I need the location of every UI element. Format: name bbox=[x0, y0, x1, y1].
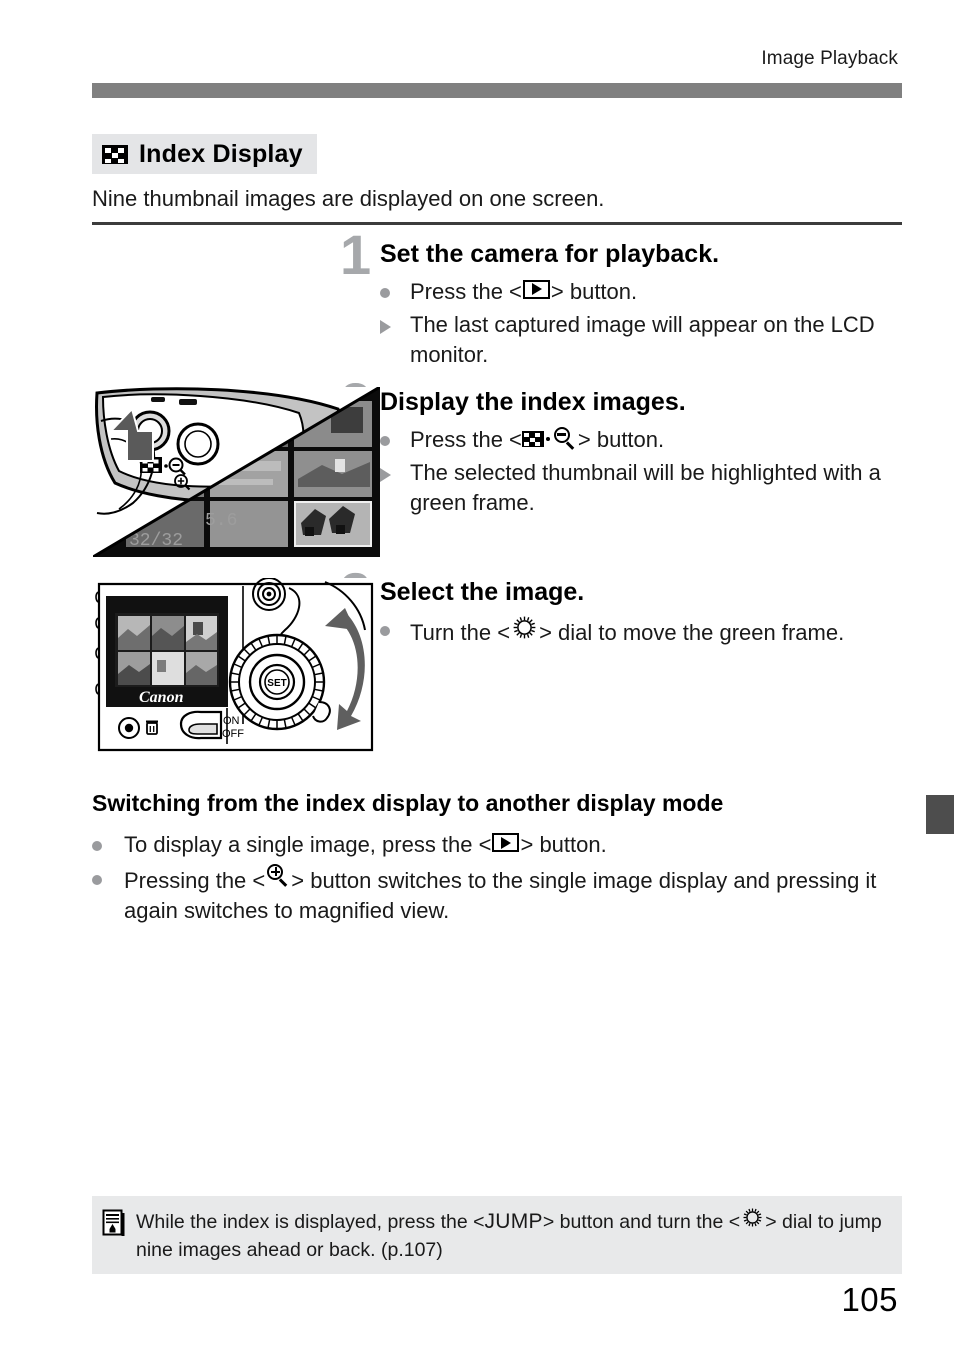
running-head: Image Playback bbox=[761, 48, 898, 69]
svg-text:SET: SET bbox=[267, 678, 286, 689]
bullet-dot-marker bbox=[92, 830, 124, 851]
bullet-dot-marker bbox=[380, 277, 410, 298]
bullet-dot-marker bbox=[380, 425, 410, 446]
jump-button-label: JUMP bbox=[484, 1210, 543, 1233]
section-title-text: Index Display bbox=[139, 139, 303, 168]
svg-text:32/32: 32/32 bbox=[129, 531, 183, 551]
subsection-heading: Switching from the index display to anot… bbox=[92, 790, 724, 816]
step-1: 1 Set the camera for playback. Press the… bbox=[340, 227, 905, 370]
subsection-bullet-list: To display a single image, press the < > … bbox=[92, 826, 904, 926]
index-display-icon bbox=[102, 144, 128, 164]
step-2-heading: Display the index images. bbox=[380, 388, 686, 416]
playback-icon-token bbox=[522, 279, 551, 299]
step-2-bullet-2: The selected thumbnail will be highlight… bbox=[380, 458, 905, 518]
note-pad-icon bbox=[102, 1209, 126, 1238]
bullet-text-pre: Press the < bbox=[410, 426, 522, 452]
subsection-bullet-2-text: Pressing the < > button switches to the s… bbox=[124, 863, 904, 926]
step-2-bullet-1-text: Press the < > button. bbox=[410, 425, 905, 455]
figure-camera-back-with-index-lcd-and-dial: Canon ON OFF SET bbox=[93, 578, 378, 756]
step-3-bullet-1-text: Turn the < > dial to move the green fram… bbox=[410, 615, 905, 648]
step-1-bullet-1: Press the < > button. bbox=[380, 277, 905, 307]
step-3: 3 Select the image. Turn the < bbox=[340, 565, 905, 648]
step-1-heading: Set the camera for playback. bbox=[380, 240, 720, 268]
separator-dot-icon bbox=[545, 436, 550, 441]
dial-icon-token bbox=[510, 615, 539, 640]
zoom-out-magnifier-icon bbox=[553, 426, 577, 451]
horizontal-rule bbox=[92, 222, 902, 225]
header-rule-bar bbox=[92, 83, 902, 98]
note-text: While the index is displayed, press the … bbox=[136, 1207, 886, 1265]
playback-icon-token bbox=[491, 833, 520, 852]
magnify-icon bbox=[266, 863, 290, 888]
note-text-mid: > button and turn the < bbox=[542, 1211, 741, 1233]
step-2-bullet-2-text: The selected thumbnail will be highlight… bbox=[410, 460, 881, 516]
index-display-icon bbox=[521, 430, 544, 447]
bullet-text-post: > button. bbox=[550, 278, 638, 304]
bullet-text-pre: Press the < bbox=[410, 278, 522, 304]
step-3-bullet-1: Turn the < > dial to move the green fram… bbox=[380, 615, 905, 648]
bullet-text-post: > dial to move the green frame. bbox=[539, 619, 845, 645]
bullet-triangle-marker bbox=[380, 310, 410, 335]
quick-control-dial-icon bbox=[742, 1207, 763, 1228]
bullet-text-post: > button. bbox=[577, 426, 665, 452]
subsection-bullet-1: To display a single image, press the < > … bbox=[92, 830, 904, 860]
figure-camera-top-controls-and-index-screen: 5.6 32/32 25 bbox=[93, 387, 380, 557]
bullet-text-post: > button. bbox=[520, 832, 607, 857]
step-1-bullet-1-text: Press the < > button. bbox=[410, 277, 905, 307]
playback-icon bbox=[492, 833, 520, 852]
bullet-text-pre: Turn the < bbox=[410, 619, 511, 645]
step-3-heading: Select the image. bbox=[380, 578, 585, 606]
bullet-triangle-marker bbox=[380, 458, 410, 483]
quick-control-dial-icon bbox=[512, 615, 537, 640]
section-title-block: Index Display bbox=[92, 134, 317, 174]
note-box: While the index is displayed, press the … bbox=[92, 1196, 902, 1274]
bullet-dot-marker bbox=[380, 615, 410, 636]
dial-icon-token bbox=[740, 1207, 765, 1228]
step-1-bullet-2: The last captured image will appear on t… bbox=[380, 310, 905, 370]
step-2-bullet-1: Press the < > button. bbox=[380, 425, 905, 455]
page-number: 105 bbox=[841, 1281, 898, 1318]
svg-text:OFF: OFF bbox=[222, 728, 244, 740]
step-1-number: 1 bbox=[340, 223, 372, 286]
bullet-text-pre: Pressing the < bbox=[124, 867, 266, 893]
step-2: 2 Display the index images. Press the <>… bbox=[340, 375, 905, 518]
magnify-icon-token bbox=[265, 863, 291, 888]
step-1-bullet-2-text: The last captured image will appear on t… bbox=[410, 312, 875, 368]
chapter-side-tab bbox=[926, 795, 954, 834]
svg-text:5.6: 5.6 bbox=[205, 511, 237, 531]
note-text-pre: While the index is displayed, press the … bbox=[136, 1211, 485, 1233]
subsection-bullet-1-text: To display a single image, press the < > … bbox=[124, 830, 904, 860]
bullet-dot-marker bbox=[92, 864, 124, 885]
bullet-text-pre: To display a single image, press the < bbox=[124, 832, 492, 857]
subsection-bullet-2: Pressing the < > button switches to the s… bbox=[92, 863, 904, 926]
playback-icon bbox=[522, 279, 550, 299]
section-intro-text: Nine thumbnail images are displayed on o… bbox=[92, 186, 605, 211]
svg-text:ON: ON bbox=[223, 715, 240, 727]
svg-text:Canon: Canon bbox=[139, 689, 184, 706]
index-zoom-out-icon-token bbox=[521, 426, 578, 451]
